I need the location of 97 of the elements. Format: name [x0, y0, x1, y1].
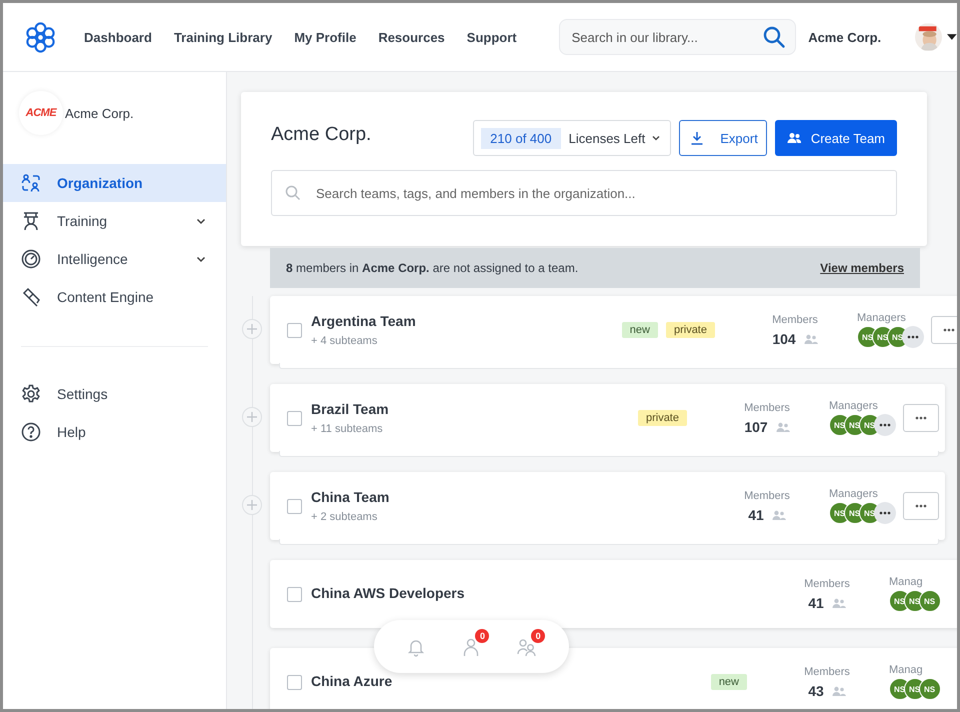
people-icon: [832, 598, 846, 608]
sidebar-item[interactable]: Training: [3, 202, 226, 240]
team-name[interactable]: China AWS Developers: [311, 585, 465, 601]
managers-label: Manag: [889, 576, 923, 588]
manager-avatar: NS: [919, 678, 941, 700]
managers-label: Managers: [829, 488, 878, 500]
expand-button[interactable]: [242, 319, 262, 339]
subteams-count: + 2 subteams: [311, 511, 378, 523]
members-count: 104: [772, 330, 796, 346]
members-label: Members: [772, 314, 818, 326]
org-name: Acme Corp.: [65, 106, 134, 120]
checkbox[interactable]: [287, 674, 302, 690]
expand-button[interactable]: [242, 495, 262, 515]
people-icon[interactable]: [517, 636, 538, 656]
search-field[interactable]: Search in our library...: [558, 19, 796, 55]
more-icon: [907, 335, 919, 339]
more-icon: [879, 511, 891, 515]
search-icon: [285, 185, 301, 201]
training-icon: [21, 211, 41, 231]
checkbox[interactable]: [287, 498, 302, 514]
nav-link[interactable]: Training Library: [174, 30, 272, 44]
sidebar-item[interactable]: Intelligence: [3, 240, 226, 278]
view-members-link[interactable]: View members: [820, 261, 904, 275]
team-name[interactable]: China Azure: [311, 673, 392, 689]
members-count: 41: [748, 506, 764, 522]
checkbox[interactable]: [287, 322, 302, 338]
caret-icon[interactable]: [947, 34, 957, 40]
nav-link[interactable]: My Profile: [294, 30, 356, 44]
more-icon: [879, 423, 891, 427]
people-icon: [772, 510, 786, 520]
more-button[interactable]: [931, 316, 957, 344]
export-button[interactable]: Export: [679, 120, 767, 156]
checkbox[interactable]: [287, 410, 302, 426]
people-icon: [786, 131, 801, 145]
more-icon: [943, 328, 955, 332]
nav-link[interactable]: Resources: [378, 30, 445, 44]
managers-label: Manag: [889, 664, 923, 676]
flashlight-icon: [21, 287, 41, 307]
chevron-icon[interactable]: [196, 218, 206, 224]
people-swap-icon: [21, 173, 41, 193]
members-count: 41: [808, 594, 824, 610]
chevron-icon[interactable]: [196, 256, 206, 262]
team-name[interactable]: China Team: [311, 489, 390, 505]
team-name[interactable]: Argentina Team: [311, 313, 416, 329]
expand-button[interactable]: [242, 407, 262, 427]
count-badge: 0: [531, 628, 546, 642]
sidebar-item[interactable]: Help: [3, 413, 226, 451]
plus-icon: [246, 411, 258, 423]
plus-icon: [246, 499, 258, 511]
members-label: Members: [804, 666, 850, 678]
team-name[interactable]: Brazil Team: [311, 401, 389, 417]
plus-icon: [246, 323, 258, 335]
subteams-count: + 11 subteams: [311, 423, 384, 435]
sidebar-item[interactable]: Settings: [3, 375, 226, 413]
settings-icon: [21, 384, 41, 404]
more-icon: [915, 416, 927, 420]
nav-link[interactable]: Support: [466, 30, 517, 44]
page-title: Acme Corp.: [271, 124, 372, 146]
members-label: Members: [744, 490, 790, 502]
nav-link[interactable]: Dashboard: [84, 30, 152, 44]
subteams-count: + 4 subteams: [311, 335, 378, 347]
people-icon: [776, 422, 790, 432]
licenses-dropdown[interactable]: 210 of 400 Licenses Left: [473, 120, 672, 156]
tag: new: [622, 322, 658, 338]
tag: private: [666, 322, 715, 338]
download-icon: [690, 131, 704, 145]
gauge-icon: [21, 249, 41, 269]
more-managers-button[interactable]: [874, 502, 896, 524]
tag: new: [710, 674, 747, 690]
more-managers-button[interactable]: [902, 326, 924, 348]
create-team-button[interactable]: Create Team: [774, 120, 897, 156]
manager-avatar: NS: [919, 590, 941, 612]
more-button[interactable]: [903, 492, 939, 520]
members-count: 107: [744, 418, 768, 434]
people-icon: [832, 686, 846, 696]
members-count: 43: [808, 682, 824, 698]
unassigned-message: 8 members in Acme Corp. are not assigned to a team.: [286, 261, 580, 275]
managers-label: Managers: [857, 312, 906, 324]
more-icon: [915, 504, 927, 508]
people-icon: [804, 334, 818, 344]
count-badge: 0: [475, 628, 490, 642]
help-icon: [21, 422, 41, 442]
search-icon[interactable]: [762, 25, 786, 49]
org-logo: ACME: [19, 91, 63, 135]
tag: private: [638, 410, 687, 426]
more-button[interactable]: [903, 404, 939, 432]
sidebar-item[interactable]: Content Engine: [3, 278, 226, 316]
managers-label: Managers: [829, 400, 878, 412]
org-name: Acme Corp.: [808, 30, 882, 44]
members-label: Members: [744, 402, 790, 414]
search-field[interactable]: Search teams, tags, and members in the organization...: [271, 170, 897, 216]
checkbox[interactable]: [287, 586, 302, 602]
more-managers-button[interactable]: [874, 414, 896, 436]
chevron-icon: [652, 135, 660, 141]
sidebar-item[interactable]: Organization: [3, 164, 226, 202]
logo-icon[interactable]: [25, 21, 56, 53]
members-label: Members: [804, 578, 850, 590]
